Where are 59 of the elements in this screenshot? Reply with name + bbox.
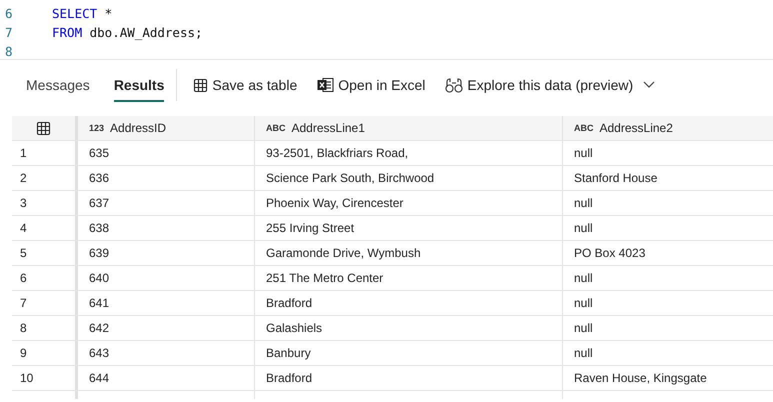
table-cell-text: null xyxy=(573,320,594,337)
table-cell-text: null xyxy=(573,195,594,212)
row-number: 10 xyxy=(12,366,78,390)
table-cell: 251 The Metro Center xyxy=(255,266,563,290)
table-cell: 635 xyxy=(78,141,255,165)
type-label: ABC xyxy=(266,122,286,135)
table-cell: 638 xyxy=(78,216,255,240)
row-number: 5 xyxy=(12,241,78,265)
type-label: ABC xyxy=(574,122,594,135)
table-cell-text: null xyxy=(573,145,594,162)
row-number: 8 xyxy=(12,316,78,340)
line-number: 7 xyxy=(4,24,14,42)
table-cell: Science Park South, Birchwood xyxy=(255,166,563,190)
spreadsheet-icon xyxy=(317,77,334,93)
table-cell: 93-2501, Blackfriars Road, xyxy=(255,141,563,165)
table-cell: Bradford xyxy=(255,366,563,390)
line-number: 6 xyxy=(4,5,14,23)
column-name: AddressLine2 xyxy=(600,120,673,137)
table-cell-text: PO Box 4023 xyxy=(573,245,646,262)
column-name: AddressID xyxy=(110,120,166,137)
table-cell: 643 xyxy=(78,341,255,365)
column-name: AddressLine1 xyxy=(292,120,365,137)
grid-icon xyxy=(193,78,208,92)
row-number: 6 xyxy=(12,266,78,290)
row-number: 3 xyxy=(12,191,78,215)
results-tab[interactable]: Messages xyxy=(26,68,90,102)
table-cell: 639 xyxy=(78,241,255,265)
table-cell: Bradford xyxy=(255,291,563,315)
toolbar-button[interactable]: Save as table xyxy=(193,77,298,93)
table-cell-text: null xyxy=(573,345,594,362)
table-cell: 637 xyxy=(78,191,255,215)
table-cell: 641 xyxy=(78,291,255,315)
type-label: 123 xyxy=(89,122,104,135)
code-line: SELECT * xyxy=(51,5,112,23)
table-cell-text: Raven House, Kingsgate xyxy=(573,370,708,387)
table-cell: 644 xyxy=(78,366,255,390)
table-cell-text: null xyxy=(573,220,594,237)
table-cell: 640 xyxy=(78,266,255,290)
row-number: 9 xyxy=(12,341,78,365)
table-cell: 642 xyxy=(78,316,255,340)
table-cell: Banbury xyxy=(255,341,563,365)
table-cell: Galashiels xyxy=(255,316,563,340)
table-cell: Phoenix Way, Cirencester xyxy=(255,191,563,215)
toolbar-button[interactable]: Open in Excel xyxy=(317,77,426,93)
table-cell-text: null xyxy=(573,270,594,287)
table-cell-text: Stanford House xyxy=(573,170,658,187)
table-cell: Garamonde Drive, Wymbush xyxy=(255,241,563,265)
row-number: 1 xyxy=(12,141,78,165)
toolbar-button[interactable]: Explore this data (preview) xyxy=(445,77,634,93)
row-number: 7 xyxy=(12,291,78,315)
line-number: 8 xyxy=(4,43,14,59)
table-cell: 636 xyxy=(78,166,255,190)
table-cell: 255 Irving Street xyxy=(255,216,563,240)
table-icon xyxy=(36,120,51,136)
code-line: FROM dbo.AW_Address; xyxy=(51,24,203,42)
results-tab[interactable]: Results xyxy=(114,68,164,102)
table-cell-text: null xyxy=(573,295,594,312)
row-number: 2 xyxy=(12,166,78,190)
row-number: 4 xyxy=(12,216,78,240)
